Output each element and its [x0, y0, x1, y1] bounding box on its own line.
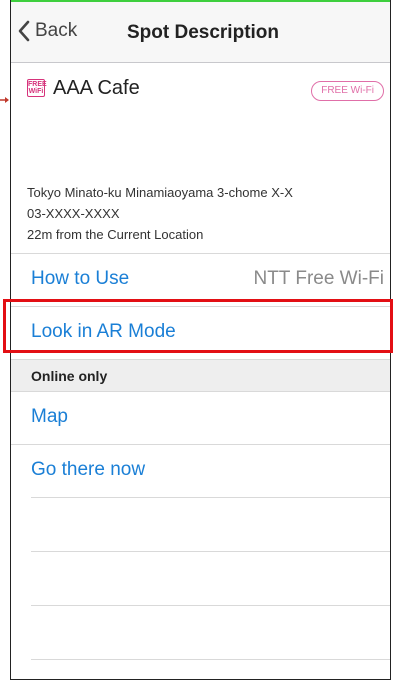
ar-mode-row[interactable]: Look in AR Mode	[11, 306, 390, 360]
section-header-label: Online only	[31, 368, 108, 384]
back-label: Back	[35, 20, 78, 41]
divider	[31, 659, 390, 660]
spot-phone: 03-XXXX-XXXX	[27, 206, 120, 221]
section-header-online-only: Online only	[11, 359, 390, 392]
go-there-now-row[interactable]: Go there now	[11, 444, 390, 498]
divider	[31, 497, 390, 498]
chevron-left-icon	[18, 20, 30, 42]
free-wifi-badge: FREE Wi-Fi	[311, 81, 384, 101]
go-there-now-label: Go there now	[31, 459, 146, 480]
map-row[interactable]: Map	[11, 391, 390, 445]
callout-arrow	[0, 97, 9, 103]
free-wifi-icon: FREE WiFi	[27, 79, 47, 97]
how-to-use-label: How to Use	[31, 268, 130, 289]
back-button[interactable]: Back	[17, 20, 77, 42]
ar-mode-label: Look in AR Mode	[31, 321, 176, 342]
spot-info: Tokyo Minato-ku Minamiaoyama 3-chome X-X…	[27, 182, 293, 245]
spot-distance: 22m from the Current Location	[27, 227, 204, 242]
spot-detail-content: FREE WiFi AAA Cafe FREE Wi-Fi Tokyo Minat…	[11, 63, 390, 679]
divider	[31, 605, 390, 606]
navigation-bar: Back Spot Description	[11, 2, 390, 63]
spot-header: FREE WiFi AAA Cafe FREE Wi-Fi	[11, 63, 390, 103]
map-label: Map	[31, 406, 68, 427]
spot-name: AAA Cafe	[53, 77, 140, 99]
page-title: Spot Description	[127, 22, 280, 43]
spot-address: Tokyo Minato-ku Minamiaoyama 3-chome X-X	[27, 185, 293, 200]
how-to-use-detail: NTT Free Wi-Fi	[253, 268, 384, 289]
how-to-use-row[interactable]: How to Use NTT Free Wi-Fi	[11, 253, 390, 307]
phone-screen: Back Spot Description FREE WiFi AAA Cafe …	[10, 0, 391, 680]
divider	[31, 551, 390, 552]
